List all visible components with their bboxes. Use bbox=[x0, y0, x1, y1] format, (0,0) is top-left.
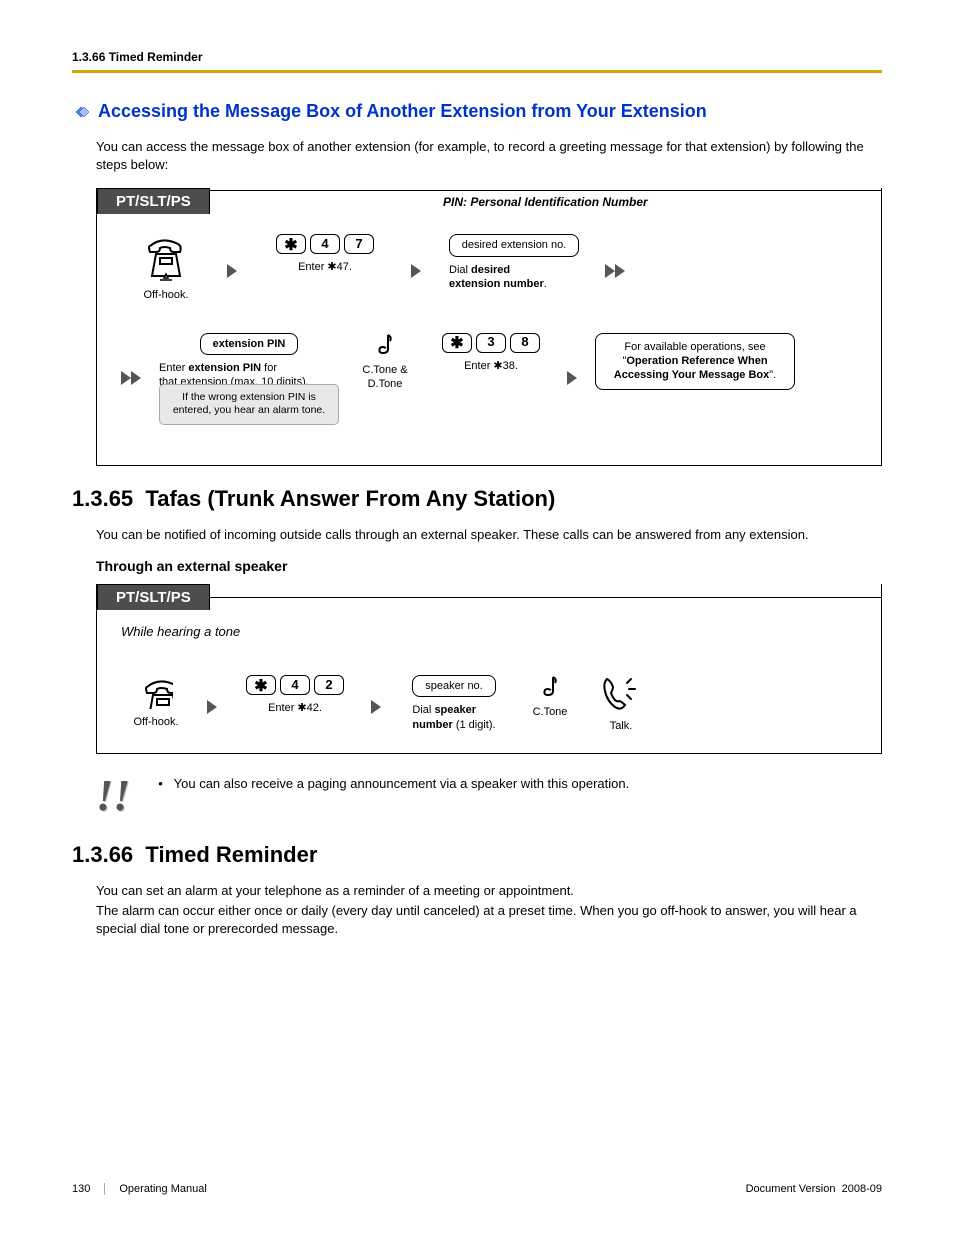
dial-ext-caption: Dial desired extension number. bbox=[439, 263, 547, 292]
section1-intro: You can access the message box of anothe… bbox=[96, 138, 878, 174]
enter-47-caption: Enter ✱47. bbox=[298, 260, 352, 274]
section1-pin-note: PIN: Personal Identification Number bbox=[210, 190, 881, 213]
key-4: 4 bbox=[310, 234, 340, 254]
dial-speaker-caption: Dial speaker number (1 digit). bbox=[412, 703, 495, 732]
speaker-no-input: speaker no. bbox=[412, 675, 495, 697]
section2-procedure-box: PT/SLT/PS While hearing a tone Off-hook.… bbox=[96, 584, 882, 754]
exclaim-icon: !! bbox=[96, 774, 130, 813]
section3-p1: You can set an alarm at your telephone a… bbox=[96, 882, 878, 900]
manual-name: Operating Manual bbox=[119, 1183, 745, 1195]
offhook-caption: Off-hook. bbox=[143, 288, 188, 302]
enter-38-caption: Enter ✱38. bbox=[464, 359, 518, 373]
section1-procedure-box: PT/SLT/PS PIN: Personal Identification N… bbox=[96, 188, 882, 465]
star-key: ✱ bbox=[246, 675, 276, 695]
enter-42-caption: Enter ✱42. bbox=[268, 701, 322, 715]
key-2: 2 bbox=[314, 675, 344, 695]
section3-p2: The alarm can occur either once or daily… bbox=[96, 902, 878, 938]
section1-row2: extension PIN Enter extension PIN for th… bbox=[121, 333, 857, 425]
offhook-caption: Off-hook. bbox=[133, 715, 178, 729]
ctone-caption: C.Tone bbox=[533, 705, 568, 719]
double-arrow-icon bbox=[605, 264, 627, 283]
offhook-icon bbox=[139, 675, 173, 709]
doc-version: Document Version 2008-09 bbox=[746, 1183, 882, 1195]
section2-subhead: Through an external speaker bbox=[96, 558, 882, 574]
section2-heading: 1.3.65 Tafas (Trunk Answer From Any Stat… bbox=[72, 486, 882, 512]
arrow-icon bbox=[207, 700, 219, 719]
arrow-icon bbox=[227, 264, 239, 283]
arrow-icon bbox=[371, 700, 383, 719]
ext-pin-input: extension PIN bbox=[200, 333, 299, 355]
key-7: 7 bbox=[344, 234, 374, 254]
tone-caption: C.Tone &D.Tone bbox=[362, 363, 407, 392]
diamond-icon bbox=[72, 103, 90, 121]
while-hearing-note: While hearing a tone bbox=[121, 624, 857, 639]
section3-heading: 1.3.66 Timed Reminder bbox=[72, 842, 882, 868]
star-key: ✱ bbox=[442, 333, 472, 353]
offhook-icon bbox=[142, 234, 190, 282]
section2-proc-header: PT/SLT/PS bbox=[97, 584, 881, 610]
section2-row: Off-hook. ✱ 4 2 Enter ✱42. speaker no. D… bbox=[121, 675, 857, 733]
key-4: 4 bbox=[280, 675, 310, 695]
double-arrow-icon bbox=[121, 371, 143, 390]
talk-caption: Talk. bbox=[610, 719, 633, 733]
header-rule bbox=[72, 70, 882, 73]
section1-row1: Off-hook. ✱ 4 7 Enter ✱47. desired exten… bbox=[121, 234, 857, 302]
section2-note-text: • You can also receive a paging announce… bbox=[158, 774, 629, 791]
key-3: 3 bbox=[476, 333, 506, 353]
section1-proc-tab: PT/SLT/PS bbox=[97, 188, 210, 214]
note-icon bbox=[376, 333, 394, 357]
section2-proc-tab: PT/SLT/PS bbox=[97, 584, 210, 610]
section1-title: Accessing the Message Box of Another Ext… bbox=[98, 101, 707, 122]
note-icon bbox=[541, 675, 559, 699]
desired-ext-input: desired extension no. bbox=[449, 234, 580, 256]
page-number: 130 bbox=[72, 1183, 105, 1195]
section2-intro: You can be notified of incoming outside … bbox=[96, 526, 878, 544]
key-8: 8 bbox=[510, 333, 540, 353]
operations-info-box: For available operations, see "Operation… bbox=[595, 333, 795, 390]
page-header-breadcrumb: 1.3.66 Timed Reminder bbox=[72, 50, 882, 70]
section1-proc-header: PT/SLT/PS PIN: Personal Identification N… bbox=[97, 188, 881, 214]
page-footer: 130 Operating Manual Document Version 20… bbox=[72, 1183, 882, 1195]
arrow-icon bbox=[567, 371, 579, 390]
talk-icon bbox=[601, 675, 641, 713]
section2-note-row: !! • You can also receive a paging annou… bbox=[96, 774, 882, 813]
pin-error-callout: If the wrong extension PIN is entered, y… bbox=[159, 384, 339, 425]
section1-title-row: Accessing the Message Box of Another Ext… bbox=[72, 101, 882, 122]
arrow-icon bbox=[411, 264, 423, 283]
star-key: ✱ bbox=[276, 234, 306, 254]
